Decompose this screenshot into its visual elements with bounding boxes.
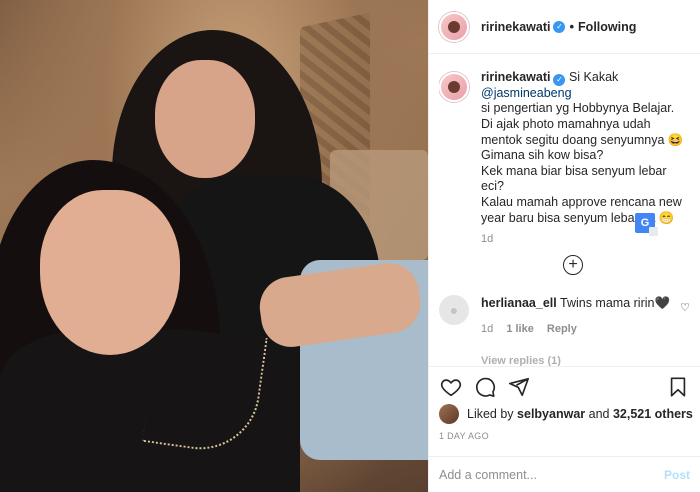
caption-line: Si Kakak: [568, 70, 619, 84]
comment-icon[interactable]: [473, 375, 497, 399]
comment-likes-count[interactable]: 1 like: [506, 323, 534, 335]
caption-line: Kalau mamah approve rencana new: [481, 194, 682, 209]
add-comment-bar: Post: [429, 456, 700, 492]
comment-like-heart-icon[interactable]: ♡: [680, 301, 690, 337]
post-header: ririnekawati ✓ • Following: [429, 0, 700, 54]
caption-avatar[interactable]: [439, 72, 469, 102]
liker-username[interactable]: selbyanwar: [517, 407, 585, 421]
caption-mention-link[interactable]: @jasmineabeng: [481, 86, 572, 100]
bookmark-icon[interactable]: [666, 375, 690, 399]
commenter-username[interactable]: herlianaa_ell: [481, 296, 557, 310]
comment-body: herlianaa_ell Twins mama ririn🖤 1d 1 lik…: [481, 295, 680, 337]
photo-girl-face: [155, 60, 255, 178]
view-replies-link[interactable]: View replies (1): [481, 355, 561, 366]
likes-others-count[interactable]: 32,521 others: [613, 407, 693, 421]
verified-icon: ✓: [553, 73, 566, 86]
commenter-avatar[interactable]: ●: [439, 295, 469, 325]
comment-timestamp[interactable]: 1d: [481, 323, 493, 335]
post-photo[interactable]: [0, 0, 428, 492]
caption-line: mentok segitu doang senyumnya 😆: [481, 132, 684, 147]
comment-input[interactable]: [439, 467, 664, 482]
caption-body: ririnekawati ✓ Si Kakak @jasmineabeng si …: [481, 70, 690, 248]
following-button[interactable]: Following: [578, 20, 636, 34]
caption-line: year baru bisa senyum lebar ya 😁: [481, 210, 675, 225]
comment-meta: 1d 1 like Reply: [481, 321, 680, 337]
verified-icon: ✓: [553, 20, 566, 33]
post-side-panel: ririnekawati ✓ • Following ririnekawati ✓…: [428, 0, 700, 492]
caption-line: si pengertian yg Hobbynya Belajar.: [481, 101, 675, 116]
likes-prefix: Liked by: [467, 407, 514, 421]
post-date[interactable]: 1 DAY AGO: [439, 431, 489, 441]
header-separator: •: [569, 19, 575, 34]
translate-icon[interactable]: G: [635, 213, 658, 236]
author-avatar[interactable]: [439, 11, 469, 42]
likes-summary: Liked by selbyanwar and 32,521 others: [439, 404, 693, 424]
share-icon[interactable]: [507, 375, 531, 399]
action-bar: [429, 366, 700, 406]
post-comment-button[interactable]: Post: [664, 468, 690, 482]
liker-avatar[interactable]: [439, 404, 459, 424]
author-username[interactable]: ririnekawati: [481, 20, 550, 34]
comment-item: ● herlianaa_ell Twins mama ririn🖤 1d 1 l…: [439, 295, 690, 337]
comment-text: Twins mama ririn🖤: [560, 296, 671, 310]
caption-username[interactable]: ririnekawati: [481, 70, 550, 84]
heart-icon[interactable]: [439, 375, 463, 399]
load-more-icon[interactable]: +: [563, 255, 583, 275]
caption-line: Gimana sih kow bisa?: [481, 148, 604, 163]
caption-line: Di ajak photo mamahnya udah: [481, 116, 651, 131]
comments-section[interactable]: ririnekawati ✓ Si Kakak @jasmineabeng si …: [439, 70, 690, 366]
caption-line: Kek mana biar bisa senyum lebar eci?: [481, 163, 667, 194]
caption-timestamp[interactable]: 1d: [481, 232, 690, 248]
comment-reply-button[interactable]: Reply: [547, 323, 577, 335]
likes-joiner: and: [588, 407, 610, 421]
